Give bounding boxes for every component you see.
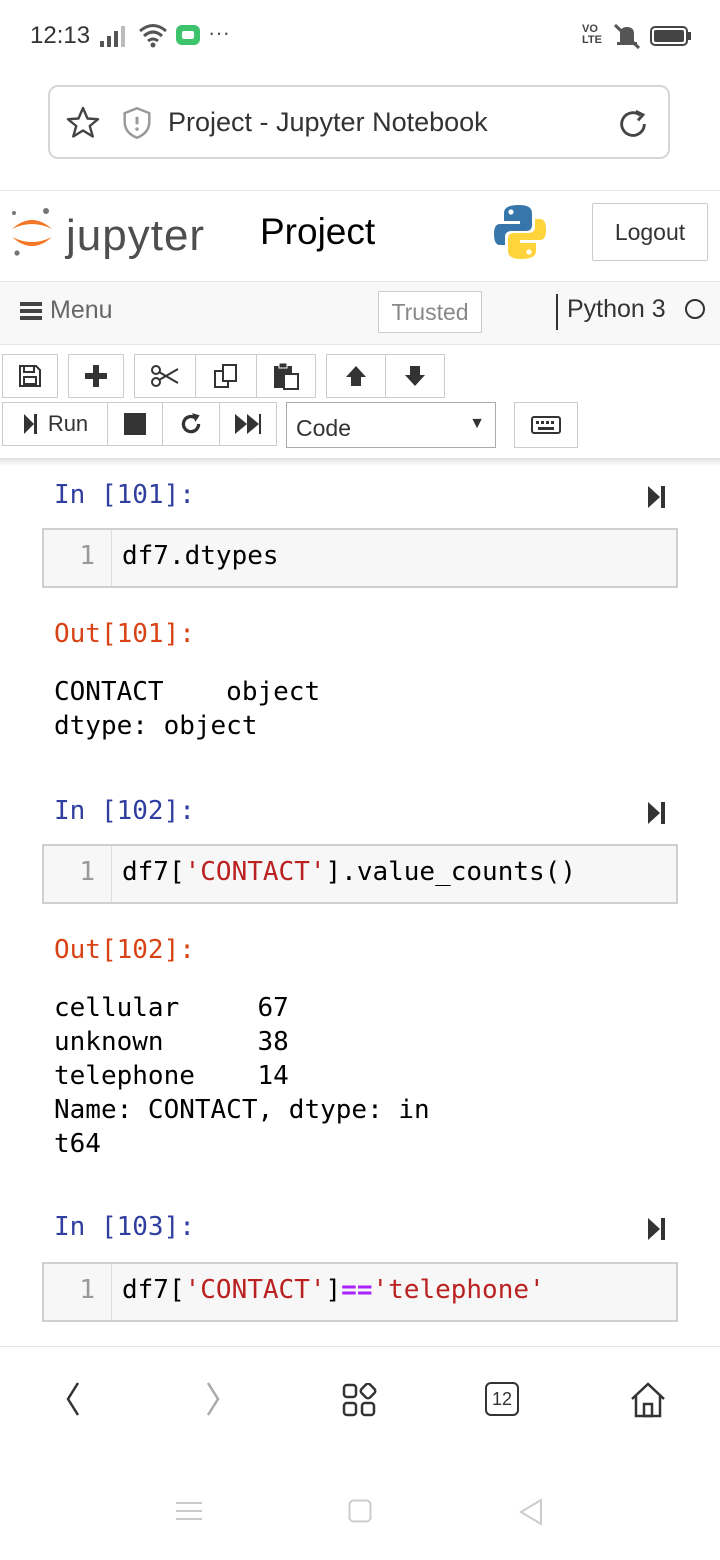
wifi-icon: [139, 24, 167, 48]
move-down-button[interactable]: [385, 354, 445, 398]
arrow-down-icon: [405, 366, 425, 386]
line-number: 1: [44, 530, 112, 586]
code-token: ]: [325, 1275, 342, 1305]
out-prompt: Out[101]:: [54, 619, 195, 649]
forward-icon[interactable]: [204, 1381, 224, 1417]
jupyter-logo-icon[interactable]: [8, 205, 56, 259]
tabs-count-button[interactable]: 12: [485, 1382, 519, 1416]
interrupt-button[interactable]: [107, 402, 163, 446]
copy-icon: [214, 364, 237, 388]
chevron-down-icon: ▼: [469, 415, 485, 432]
kernel-name[interactable]: Python 3: [567, 295, 666, 324]
code-token: df7[: [122, 1275, 185, 1305]
run-cell-icon[interactable]: [646, 1216, 668, 1242]
hamburger-icon: [20, 301, 42, 320]
jupyter-wordmark[interactable]: jupyter: [66, 211, 205, 261]
menubar: Menu Trusted Python 3: [0, 281, 720, 345]
bookmark-star-icon[interactable]: [64, 105, 102, 141]
more-notifications-icon: ···: [208, 20, 230, 45]
apps-grid-icon[interactable]: [342, 1383, 378, 1417]
plus-icon: [85, 365, 107, 387]
code-operator: ==: [341, 1275, 373, 1305]
restart-icon: [181, 413, 201, 434]
run-cell-icon[interactable]: [646, 800, 668, 826]
save-button[interactable]: [2, 354, 58, 398]
back-nav-icon[interactable]: [518, 1498, 544, 1526]
status-time: 12:13: [30, 22, 91, 49]
menu-button[interactable]: Menu: [20, 296, 113, 325]
cell-output: cellular 67 unknown 38 telephone 14 Name…: [54, 993, 430, 1159]
recents-icon[interactable]: [176, 1500, 202, 1522]
code-line[interactable]: df7['CONTACT'].value_counts(): [122, 857, 576, 887]
browser-bottom-bar: 12: [0, 1346, 720, 1457]
back-icon[interactable]: [62, 1381, 82, 1417]
code-input[interactable]: 1 df7['CONTACT']=='telephone': [42, 1262, 678, 1322]
save-icon: [19, 365, 41, 387]
code-string: 'telephone': [372, 1275, 545, 1305]
fast-forward-icon: [235, 414, 261, 434]
run-label: Run: [47, 411, 89, 436]
jupyter-header: jupyter Project Logout: [0, 190, 720, 283]
code-token: ].value_counts(): [325, 857, 576, 887]
code-string: 'CONTACT': [184, 1275, 326, 1305]
cell-output: CONTACT object dtype: object: [54, 677, 321, 741]
code-string: 'CONTACT': [184, 857, 326, 887]
command-palette-button[interactable]: [514, 402, 578, 448]
notebook-name[interactable]: Project: [260, 211, 375, 253]
code-input[interactable]: 1 df7['CONTACT'].value_counts(): [42, 844, 678, 904]
mute-bell-icon: [613, 23, 641, 50]
run-cell-icon[interactable]: [646, 484, 668, 510]
python-logo-icon: [494, 205, 546, 259]
line-number: 1: [44, 1264, 112, 1320]
run-button[interactable]: Run: [2, 402, 108, 446]
insert-cell-button[interactable]: [68, 354, 124, 398]
restart-run-all-button[interactable]: [219, 402, 277, 446]
trusted-indicator[interactable]: Trusted: [378, 291, 482, 333]
kernel-status-icon: [685, 299, 705, 319]
scissors-icon: [151, 365, 179, 387]
shield-icon[interactable]: [122, 107, 152, 139]
cell-type-select[interactable]: Code ▼: [286, 402, 496, 448]
in-prompt: In [101]:: [54, 480, 195, 510]
arrow-up-icon: [346, 366, 366, 386]
code-token: df7[: [122, 857, 185, 887]
copy-button[interactable]: [195, 354, 257, 398]
cut-button[interactable]: [134, 354, 196, 398]
home-icon[interactable]: [628, 1381, 668, 1419]
page-title[interactable]: Project - Jupyter Notebook: [168, 107, 488, 138]
message-app-icon: [176, 25, 200, 45]
in-prompt: In [102]:: [54, 796, 195, 826]
status-bar: 12:13 ··· VO LTE: [0, 0, 720, 72]
kernel-separator: [556, 294, 558, 330]
signal-icon: [100, 26, 125, 47]
keyboard-icon: [531, 416, 561, 434]
restart-kernel-button[interactable]: [162, 402, 220, 446]
code-line[interactable]: df7['CONTACT']=='telephone': [122, 1275, 545, 1305]
battery-icon: [650, 26, 691, 46]
step-forward-icon: [23, 414, 37, 434]
reload-icon[interactable]: [616, 107, 650, 141]
system-nav-bar: [0, 1456, 720, 1560]
line-number: 1: [44, 846, 112, 902]
address-bar[interactable]: Project - Jupyter Notebook: [48, 85, 670, 159]
move-up-button[interactable]: [326, 354, 386, 398]
paste-button[interactable]: [256, 354, 316, 398]
cell-type-value: Code: [296, 415, 351, 441]
menu-label: Menu: [50, 296, 113, 324]
stop-icon: [124, 413, 146, 435]
toolbar-shadow: [0, 458, 720, 466]
paste-icon: [274, 362, 299, 390]
in-prompt: In [103]:: [54, 1212, 195, 1242]
home-nav-icon[interactable]: [348, 1499, 372, 1523]
logout-button[interactable]: Logout: [592, 203, 708, 261]
volte-icon: VO LTE: [582, 23, 602, 46]
code-line[interactable]: df7.dtypes: [122, 541, 279, 571]
out-prompt: Out[102]:: [54, 935, 195, 965]
code-input[interactable]: 1 df7.dtypes: [42, 528, 678, 588]
